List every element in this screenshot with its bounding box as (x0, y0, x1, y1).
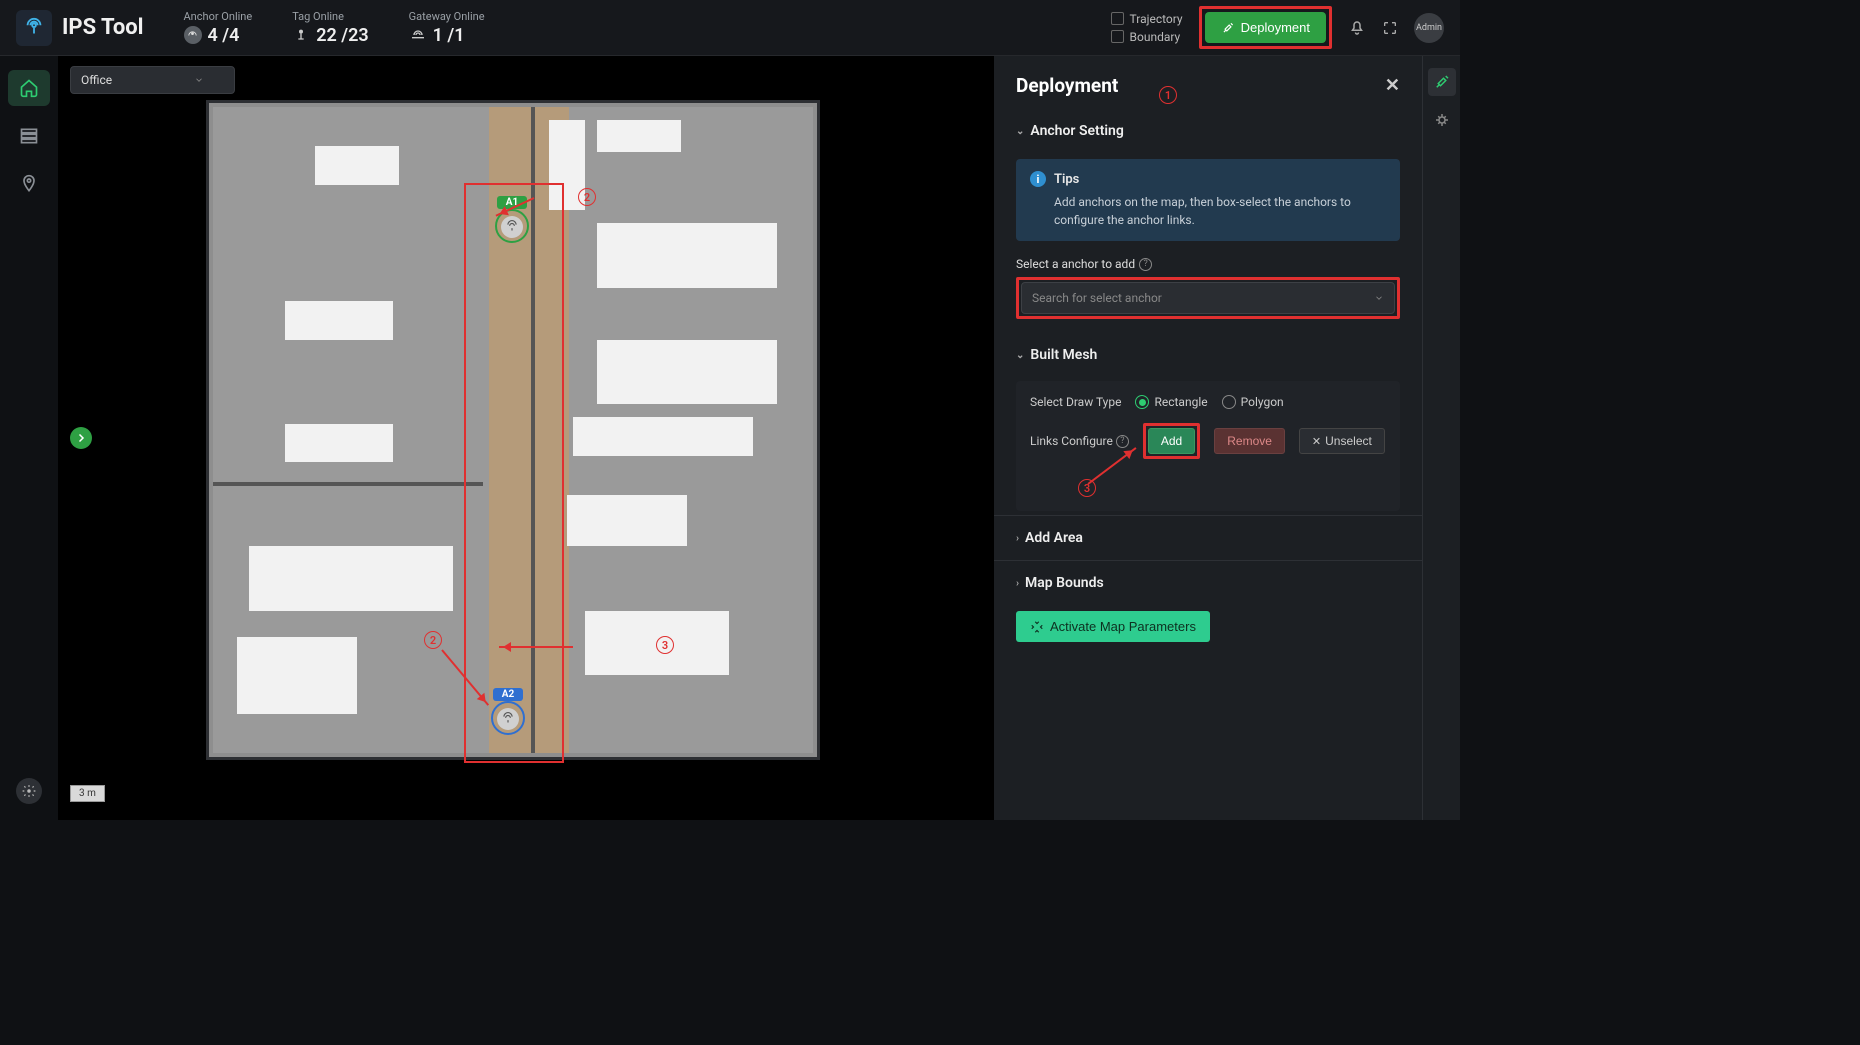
fullscreen-icon[interactable] (1382, 20, 1398, 36)
chevron-right-icon (75, 432, 87, 444)
close-icon[interactable]: ✕ (1385, 75, 1400, 96)
section-built-mesh[interactable]: ⌄ Built Mesh (1016, 337, 1400, 373)
stat-gateway-label: Gateway Online (409, 10, 485, 23)
stat-anchor: Anchor Online 4 /4 (184, 10, 253, 46)
callout-1: 1 (1159, 86, 1177, 104)
deployment-callout-box: Deployment (1199, 6, 1332, 49)
deployment-panel: Deployment ✕ 1 ⌄ Anchor Setting i Tips A… (994, 56, 1460, 820)
trajectory-check[interactable]: Trajectory (1111, 12, 1183, 26)
remove-button[interactable]: Remove (1214, 428, 1285, 454)
tab-debug[interactable] (1428, 106, 1456, 134)
activate-icon (1030, 620, 1044, 634)
panel-title: Deployment (1016, 74, 1118, 97)
unselect-button[interactable]: ✕ Unselect (1299, 428, 1385, 454)
nav-settings[interactable] (16, 778, 42, 804)
stat-tag: Tag Online 22 /23 (292, 10, 368, 46)
add-button[interactable]: Add (1148, 428, 1195, 454)
info-icon: i (1030, 171, 1046, 187)
select-anchor-label: Select a anchor to add ? (1016, 257, 1400, 271)
gateway-icon (409, 26, 427, 44)
app-header: IPS Tool Anchor Online 4 /4 Tag Online 2… (0, 0, 1460, 56)
checkbox-icon (1111, 30, 1124, 43)
map-canvas[interactable]: Office 3 m (58, 56, 994, 820)
checkbox-icon (1111, 12, 1124, 25)
nav-list[interactable] (8, 118, 50, 154)
chevron-right-icon: › (1016, 533, 1019, 544)
anchor-icon (184, 26, 202, 44)
nav-map[interactable] (8, 166, 50, 202)
floorplan: A1 A2 (206, 100, 820, 760)
section-add-area[interactable]: › Add Area (1016, 520, 1400, 556)
chevron-down-icon (194, 75, 204, 85)
add-callout-box: Add (1143, 423, 1200, 459)
section-map-bounds[interactable]: › Map Bounds (1016, 565, 1400, 601)
tips-box: i Tips Add anchors on the map, then box-… (1016, 159, 1400, 241)
deployment-button[interactable]: Deployment (1205, 12, 1326, 43)
section-anchor-setting[interactable]: ⌄ Anchor Setting (1016, 113, 1400, 149)
links-configure-label: Links Configure ? (1030, 434, 1129, 448)
callout-3: 3 (656, 636, 674, 654)
draw-type-label: Select Draw Type (1030, 395, 1121, 409)
boundary-check[interactable]: Boundary (1111, 30, 1183, 44)
help-icon[interactable]: ? (1139, 258, 1152, 271)
stat-gateway: Gateway Online 1 /1 (409, 10, 485, 46)
stat-anchor-label: Anchor Online (184, 10, 253, 23)
activate-map-button[interactable]: Activate Map Parameters (1016, 611, 1210, 642)
chevron-down-icon: ⌄ (1016, 126, 1024, 137)
chevron-down-icon (1374, 293, 1384, 303)
callout-2: 2 (578, 188, 596, 206)
close-icon: ✕ (1312, 435, 1321, 448)
map-scale: 3 m (70, 785, 105, 802)
tag-icon (292, 26, 310, 44)
alert-icon[interactable] (1348, 19, 1366, 37)
anchor-select[interactable]: Search for select anchor (1021, 282, 1395, 314)
radio-rectangle[interactable]: Rectangle (1135, 395, 1207, 409)
app-title: IPS Tool (62, 15, 144, 40)
anchor-select-callout: Search for select anchor (1016, 277, 1400, 319)
tools-icon (1221, 21, 1235, 35)
callout-2b: 2 (424, 631, 442, 649)
radio-polygon[interactable]: Polygon (1222, 395, 1284, 409)
chevron-down-icon: ⌄ (1016, 350, 1024, 361)
tab-deployment[interactable] (1428, 68, 1456, 96)
nav-home[interactable] (8, 70, 50, 106)
right-tabs (1422, 56, 1460, 820)
left-nav (0, 56, 58, 820)
user-avatar[interactable]: Admin (1414, 13, 1444, 43)
app-logo (16, 10, 52, 46)
radio-icon (1135, 395, 1149, 409)
radio-icon (1222, 395, 1236, 409)
stat-tag-label: Tag Online (292, 10, 368, 23)
area-select[interactable]: Office (70, 66, 235, 94)
chevron-right-icon: › (1016, 578, 1019, 589)
selection-box (464, 183, 564, 763)
callout-3-panel: 3 (1078, 479, 1096, 497)
help-icon[interactable]: ? (1116, 435, 1129, 448)
expand-handle[interactable] (70, 427, 92, 449)
